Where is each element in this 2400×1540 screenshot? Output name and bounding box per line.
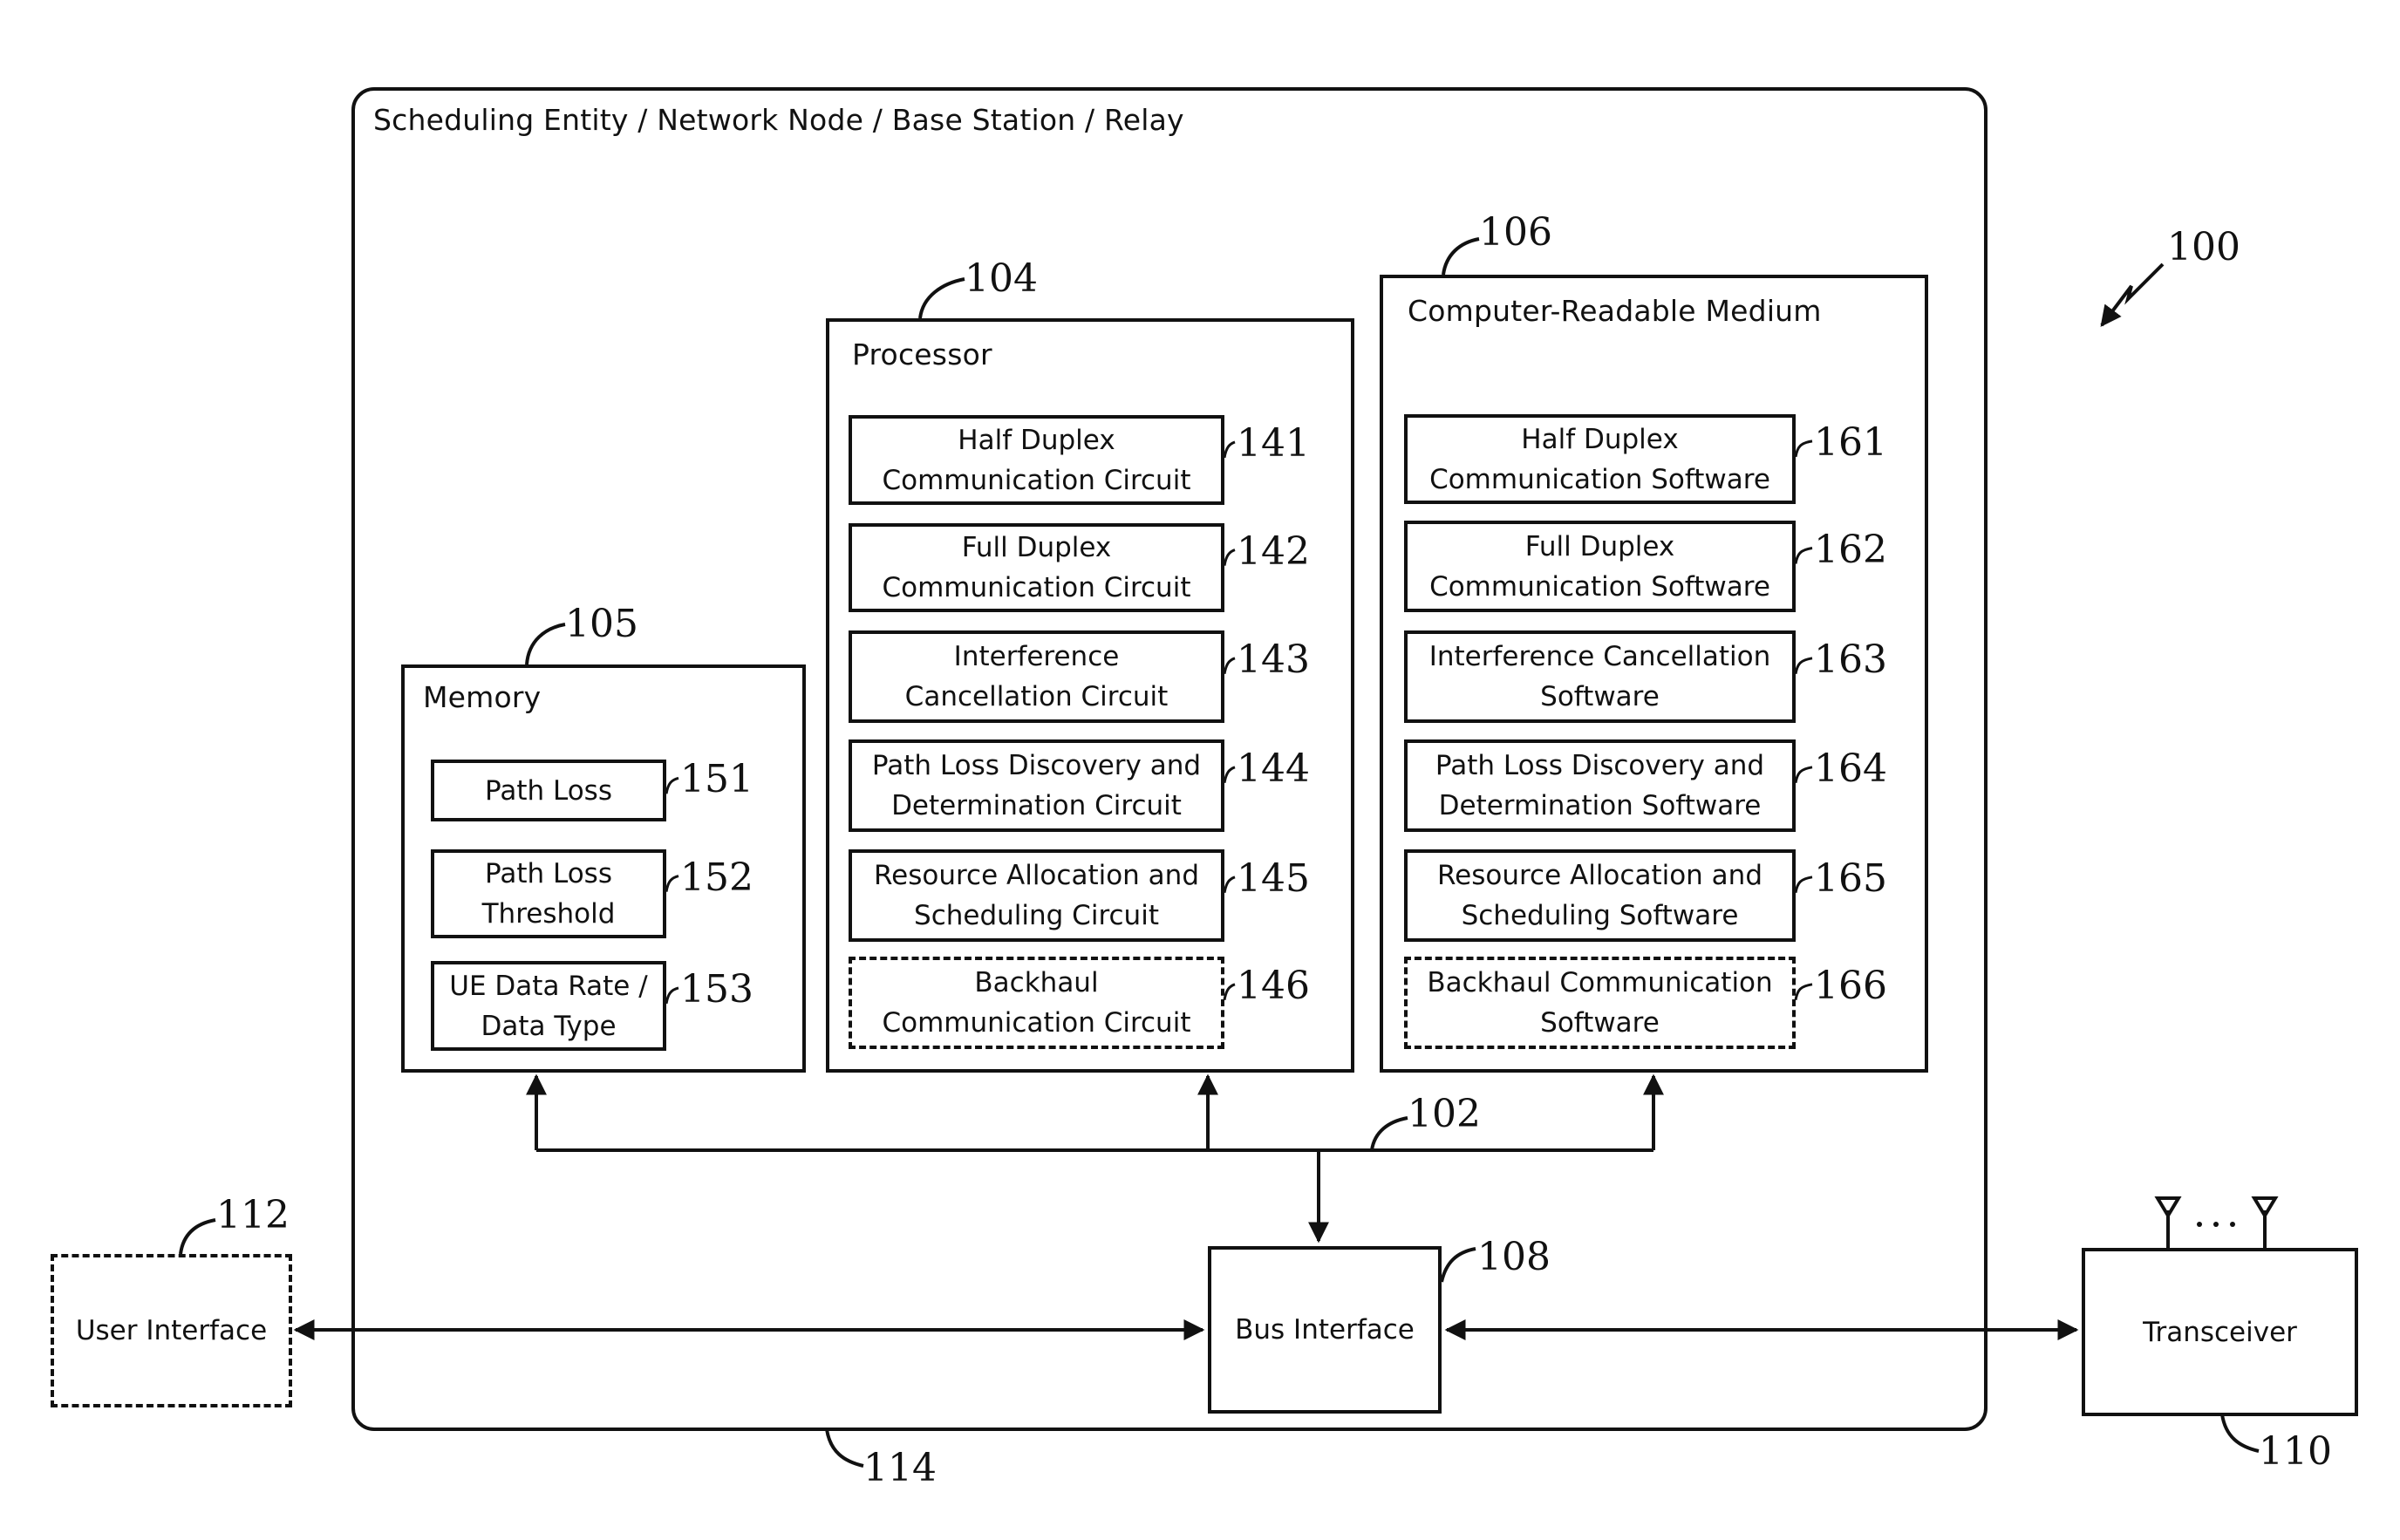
crm-item-text: Interference Cancellation: [1428, 641, 1771, 672]
processor-item-141: Half Duplex Communication Circuit: [849, 415, 1224, 505]
crm-item-text: Half Duplex: [1521, 423, 1679, 455]
memory-item-text: Path Loss: [485, 858, 612, 889]
crm-item-text: Full Duplex: [1524, 530, 1675, 562]
crm-item-161: Half Duplex Communication Software: [1404, 414, 1796, 504]
ref-label-164: 164: [1814, 746, 1887, 791]
crm-item-165: Resource Allocation and Scheduling Softwa…: [1404, 849, 1796, 942]
ref-label-105: 105: [565, 602, 638, 646]
memory-item-153: UE Data Rate / Data Type: [431, 961, 666, 1051]
crm-item-166: Backhaul Communication Software: [1404, 957, 1796, 1049]
ref-label-104: 104: [965, 256, 1038, 301]
ref-label-102: 102: [1408, 1092, 1481, 1136]
processor-item-text: Communication Circuit: [882, 572, 1191, 603]
processor-item-text: Resource Allocation and: [873, 860, 1199, 891]
processor-item-text: Communication Circuit: [882, 464, 1191, 496]
memory-item-text: UE Data Rate /: [449, 970, 648, 1002]
ref-label-166: 166: [1814, 963, 1887, 1008]
ref-label-114: 114: [863, 1446, 937, 1490]
processor-item-text: Backhaul: [974, 967, 1099, 998]
ref-label-112: 112: [216, 1193, 290, 1237]
processor-item-146: Backhaul Communication Circuit: [849, 957, 1224, 1049]
processor-item-text: Cancellation Circuit: [904, 681, 1169, 712]
ref-label-108: 108: [1477, 1235, 1551, 1279]
ref-label-106: 106: [1479, 210, 1552, 255]
ref-label-152: 152: [680, 855, 753, 900]
memory-item-text: Threshold: [481, 898, 616, 930]
figure-ref-100: 100: [2167, 225, 2240, 269]
crm-item-text: Software: [1540, 681, 1660, 712]
memory-item-152: Path Loss Threshold: [431, 849, 666, 938]
leader-110: [2220, 1414, 2260, 1453]
processor-title: Processor: [852, 337, 992, 371]
ref-label-145: 145: [1237, 855, 1310, 901]
crm-title: Computer-Readable Medium: [1408, 294, 1822, 328]
crm-item-text: Determination Software: [1438, 790, 1762, 821]
crm-item-162: Full Duplex Communication Software: [1404, 521, 1796, 612]
ref-label-141: 141: [1237, 420, 1310, 466]
antenna-1-icon: [2154, 1196, 2182, 1219]
processor-item-text: Scheduling Circuit: [914, 900, 1159, 931]
processor-item-142: Full Duplex Communication Circuit: [849, 523, 1224, 612]
ref-label-162: 162: [1814, 527, 1887, 572]
processor-item-text: Interference: [953, 641, 1120, 672]
memory-title: Memory: [423, 680, 542, 714]
leader-114: [825, 1428, 864, 1468]
processor-item-145: Resource Allocation and Scheduling Circui…: [849, 849, 1224, 942]
ref-label-110: 110: [2259, 1429, 2332, 1474]
ref-label-143: 143: [1237, 637, 1310, 682]
leader-112: [179, 1218, 216, 1255]
antenna-ellipsis-dots: [2197, 1222, 2235, 1227]
crm-item-text: Communication Software: [1429, 570, 1770, 603]
antenna-2-icon: [2251, 1196, 2279, 1219]
processor-item-143: Interference Cancellation Circuit: [849, 630, 1224, 723]
crm-item-text: Communication Software: [1429, 463, 1770, 495]
bus-interface-label: Bus Interface: [1235, 1314, 1415, 1346]
memory-item-151: Path Loss: [431, 760, 666, 821]
processor-item-text: Communication Circuit: [882, 1007, 1191, 1039]
transceiver-label: Transceiver: [2143, 1316, 2297, 1348]
ref-label-142: 142: [1237, 528, 1310, 574]
ref-label-151: 151: [680, 757, 753, 802]
user-interface-label: User Interface: [75, 1315, 268, 1346]
crm-item-164: Path Loss Discovery and Determination Sof…: [1404, 739, 1796, 832]
memory-item-text: Data Type: [481, 1010, 617, 1042]
ref-label-165: 165: [1814, 855, 1887, 901]
figure-ref-arrow: [2100, 262, 2165, 327]
ref-label-161: 161: [1814, 419, 1887, 465]
processor-item-text: Determination Circuit: [891, 790, 1182, 821]
memory-item-text: Path Loss: [485, 774, 612, 807]
processor-item-text: Full Duplex: [961, 532, 1112, 563]
crm-item-text: Scheduling Software: [1461, 900, 1739, 931]
ref-label-163: 163: [1814, 637, 1887, 682]
crm-item-text: Path Loss Discovery and: [1435, 750, 1765, 781]
crm-item-text: Software: [1540, 1007, 1660, 1039]
processor-item-text: Half Duplex: [958, 424, 1115, 456]
processor-item-text: Path Loss Discovery and: [871, 750, 1202, 781]
container-title: Scheduling Entity / Network Node / Base …: [373, 103, 1184, 137]
crm-item-text: Resource Allocation and: [1436, 860, 1762, 891]
crm-item-163: Interference Cancellation Software: [1404, 630, 1796, 723]
ref-label-144: 144: [1237, 746, 1310, 791]
ref-label-153: 153: [680, 966, 753, 1012]
ref-label-146: 146: [1237, 963, 1310, 1008]
crm-item-text: Backhaul Communication: [1427, 967, 1773, 998]
processor-item-144: Path Loss Discovery and Determination Cir…: [849, 739, 1224, 832]
